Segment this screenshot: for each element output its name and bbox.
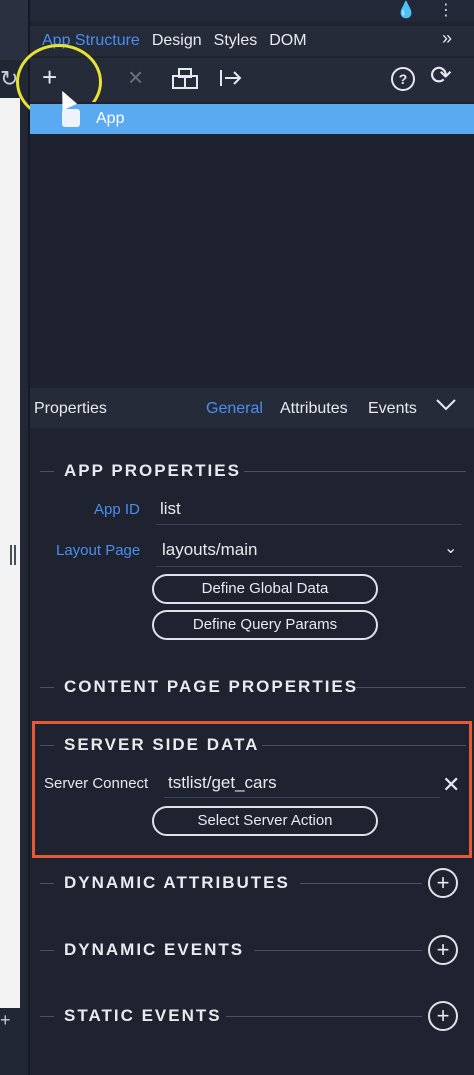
more-vertical-icon[interactable]: ⋮ (438, 0, 454, 20)
app-structure-tree: App (30, 102, 474, 386)
tab-design[interactable]: Design (152, 32, 202, 50)
window-bar: 💧 ⋮ (30, 0, 474, 22)
define-global-data-button[interactable]: Define Global Data (152, 574, 378, 604)
chevron-down-icon[interactable] (434, 394, 458, 420)
panel-tabs: App Structure Design Styles DOM » (30, 26, 474, 56)
tab-general[interactable]: General (206, 400, 263, 418)
help-icon[interactable]: ? (390, 66, 416, 99)
add-dynamic-event-icon[interactable]: + (428, 935, 458, 965)
svg-text:?: ? (399, 71, 408, 87)
layout-page-label: Layout Page (56, 542, 141, 559)
section-static-events[interactable]: STATIC EVENTS (40, 1006, 222, 1026)
component-library-icon[interactable] (170, 66, 200, 99)
section-dynamic-attributes[interactable]: DYNAMIC ATTRIBUTES (40, 873, 290, 893)
left-panel-strip: ↻ + (0, 0, 28, 1075)
tabs-overflow-icon[interactable]: » (442, 28, 452, 49)
chevron-down-icon[interactable]: ⌄ (444, 538, 457, 558)
define-query-params-button[interactable]: Define Query Params (152, 610, 378, 640)
tab-styles[interactable]: Styles (214, 32, 258, 50)
tree-node-label: App (96, 110, 125, 127)
section-dynamic-events[interactable]: DYNAMIC EVENTS (40, 940, 244, 960)
tab-dom[interactable]: DOM (269, 32, 306, 50)
move-out-icon[interactable] (218, 66, 244, 97)
left-add-icon[interactable]: + (0, 1010, 11, 1031)
close-icon[interactable]: ✕ (442, 772, 460, 798)
drop-icon[interactable]: 💧 (396, 0, 416, 20)
section-app-properties[interactable]: APP PROPERTIES (40, 461, 241, 481)
server-connect-label: Server Connect (44, 775, 149, 792)
remove-icon[interactable]: × (128, 62, 143, 93)
refresh-icon[interactable]: ⟳ (430, 60, 452, 91)
layout-page-select[interactable]: layouts/main (162, 540, 257, 560)
add-dynamic-attribute-icon[interactable]: + (428, 868, 458, 898)
section-content-page-properties[interactable]: CONTENT PAGE PROPERTIES (40, 677, 358, 697)
properties-header: Properties General Attributes Events (30, 388, 474, 428)
tab-events[interactable]: Events (368, 400, 417, 418)
properties-title: Properties (34, 400, 107, 417)
app-id-field[interactable]: list (160, 499, 181, 519)
add-static-event-icon[interactable]: + (428, 1001, 458, 1031)
server-connect-field[interactable]: tstlist/get_cars (168, 773, 277, 793)
app-id-label: App ID (94, 501, 140, 518)
app-cube-icon (62, 109, 80, 127)
section-server-side-data[interactable]: SERVER SIDE DATA (40, 735, 259, 755)
panel-splitter-handle[interactable] (10, 545, 16, 565)
select-server-action-button[interactable]: Select Server Action (152, 806, 378, 836)
tree-node-app[interactable]: App (30, 104, 474, 134)
tab-attributes[interactable]: Attributes (280, 400, 348, 418)
left-top-bar (0, 0, 28, 60)
